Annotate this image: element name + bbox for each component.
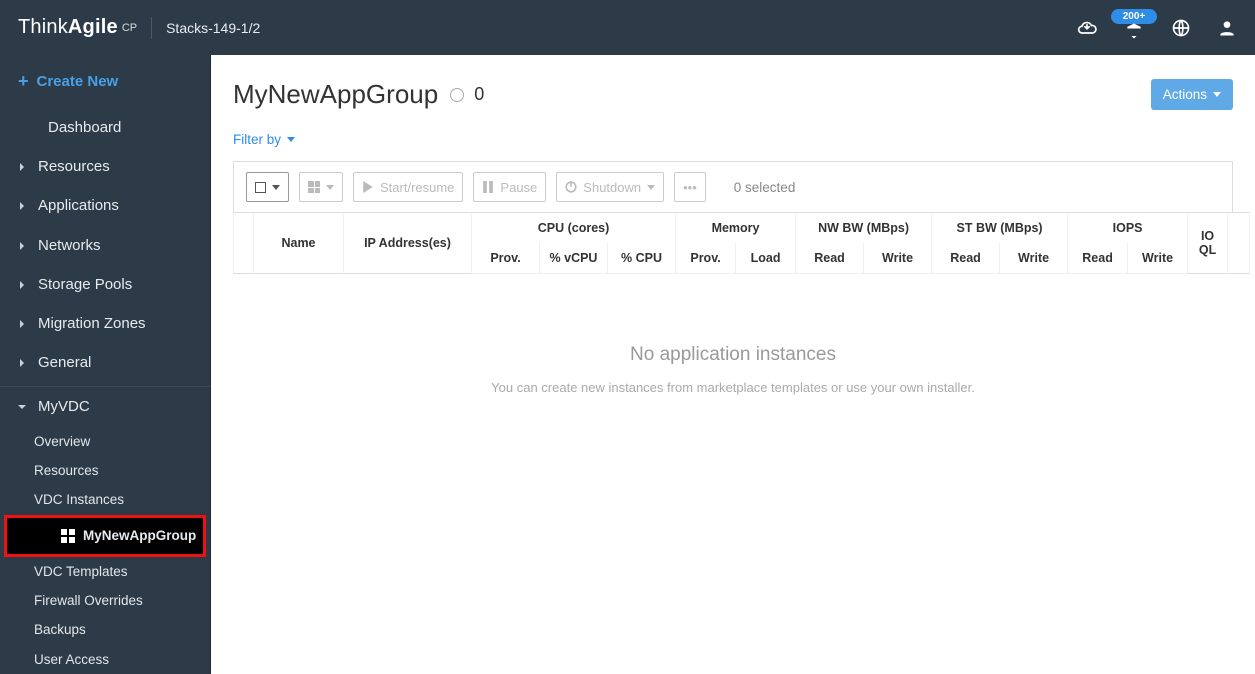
user-icon[interactable] [1217, 18, 1237, 38]
brand-separator [151, 17, 152, 39]
col-st-write[interactable]: Write [1000, 243, 1068, 274]
sidebar-app-group-label: MyNewAppGroup [83, 528, 196, 543]
sidebar-item-resources[interactable]: Resources [0, 147, 210, 186]
notifications-button[interactable]: 200+ [1123, 17, 1145, 39]
grid-icon [308, 181, 320, 193]
col-ioql[interactable]: IO QL [1188, 213, 1228, 274]
chevron-down-icon [326, 185, 334, 190]
app-group-icon [61, 529, 75, 543]
instance-count: 0 [474, 84, 484, 105]
sidebar-item-general[interactable]: General [0, 343, 210, 382]
page-header: MyNewAppGroup 0 Actions [233, 79, 1233, 110]
page-title: MyNewAppGroup [233, 79, 438, 110]
col-name[interactable]: Name [254, 213, 344, 274]
sidebar-sub-overview[interactable]: Overview [0, 426, 210, 455]
actions-dropdown-button[interactable]: Actions [1151, 79, 1233, 110]
empty-state: No application instances You can create … [233, 274, 1233, 395]
globe-icon[interactable] [1171, 18, 1191, 38]
create-new-button[interactable]: + Create New [0, 55, 210, 108]
chevron-right-icon [18, 276, 26, 293]
col-mem-load[interactable]: Load [736, 243, 796, 274]
chevron-right-icon [18, 158, 26, 175]
col-checkbox [234, 213, 254, 274]
pause-icon [482, 181, 494, 193]
col-extra [1228, 213, 1250, 274]
brand-text: ThinkAgile [18, 16, 118, 39]
sidebar-sub-resources[interactable]: Resources [0, 456, 210, 485]
chevron-right-icon [18, 197, 26, 214]
start-resume-button[interactable]: Start/resume [353, 172, 463, 202]
chevron-right-icon [18, 315, 26, 332]
col-group-stbw: ST BW (MBps) [932, 213, 1068, 244]
sidebar: + Create New Dashboard Resources Applica… [0, 55, 211, 674]
brand: ThinkAgile CP [18, 16, 137, 39]
play-icon [362, 181, 374, 193]
sidebar-item-applications[interactable]: Applications [0, 186, 210, 225]
instances-table: Name IP Address(es) CPU (cores) Memory N… [233, 212, 1250, 274]
chevron-right-icon [18, 354, 26, 371]
chevron-down-icon [287, 137, 295, 142]
sidebar-sub-vdc-templates[interactable]: VDC Templates [0, 557, 210, 586]
col-nw-write[interactable]: Write [864, 243, 932, 274]
pause-button[interactable]: Pause [473, 172, 546, 202]
empty-subtitle: You can create new instances from market… [233, 380, 1233, 395]
sidebar-sub-vdc-instances[interactable]: VDC Instances [0, 485, 210, 514]
toolbar: Start/resume Pause Shutdown ••• 0 select… [233, 161, 1233, 212]
cloud-download-icon[interactable] [1077, 18, 1097, 38]
brand-suffix: CP [122, 22, 137, 34]
chevron-down-icon [18, 398, 26, 415]
col-iops-write[interactable]: Write [1128, 243, 1188, 274]
actions-label: Actions [1163, 87, 1207, 102]
ellipsis-icon: ••• [683, 180, 697, 195]
filter-by-dropdown[interactable]: Filter by [233, 132, 1233, 147]
col-group-iops: IOPS [1068, 213, 1188, 244]
col-iops-read[interactable]: Read [1068, 243, 1128, 274]
col-vcpu[interactable]: % vCPU [540, 243, 608, 274]
col-group-memory: Memory [676, 213, 796, 244]
chevron-down-icon [272, 185, 280, 190]
plus-icon: + [18, 71, 29, 92]
bell-icon [1124, 21, 1144, 41]
highlight-box: MyNewAppGroup [4, 515, 206, 557]
col-group-nwbw: NW BW (MBps) [796, 213, 932, 244]
sidebar-sub-user-access[interactable]: User Access [0, 645, 210, 674]
col-ip[interactable]: IP Address(es) [344, 213, 472, 274]
col-mem-prov[interactable]: Prov. [676, 243, 736, 274]
filter-label: Filter by [233, 132, 281, 147]
sidebar-item-dashboard[interactable]: Dashboard [0, 108, 210, 147]
chevron-right-icon [18, 237, 26, 254]
power-icon [565, 181, 577, 193]
col-st-read[interactable]: Read [932, 243, 1000, 274]
col-group-cpu: CPU (cores) [472, 213, 676, 244]
select-all-checkbox-dropdown[interactable] [246, 172, 289, 202]
col-pcpu[interactable]: % CPU [608, 243, 676, 274]
create-new-label: Create New [37, 73, 119, 90]
col-cpu-prov[interactable]: Prov. [472, 243, 540, 274]
top-header: ThinkAgile CP Stacks-149-1/2 200+ [0, 0, 1255, 55]
sidebar-item-migration-zones[interactable]: Migration Zones [0, 304, 210, 343]
sidebar-sub-firewall-overrides[interactable]: Firewall Overrides [0, 586, 210, 615]
empty-title: No application instances [233, 344, 1233, 366]
checkbox-icon [255, 182, 266, 193]
sidebar-item-networks[interactable]: Networks [0, 226, 210, 265]
stack-label[interactable]: Stacks-149-1/2 [166, 20, 260, 36]
view-mode-dropdown[interactable] [299, 172, 343, 202]
sidebar-sub-backups[interactable]: Backups [0, 615, 210, 644]
status-indicator-icon [450, 88, 464, 102]
sidebar-item-storage-pools[interactable]: Storage Pools [0, 265, 210, 304]
main-content: MyNewAppGroup 0 Actions Filter by Start/… [211, 55, 1255, 674]
header-icons: 200+ [1077, 17, 1237, 39]
selected-count: 0 selected [734, 180, 796, 195]
chevron-down-icon [1213, 92, 1221, 97]
col-nw-read[interactable]: Read [796, 243, 864, 274]
more-actions-button[interactable]: ••• [674, 172, 706, 202]
sidebar-item-myvdc[interactable]: MyVDC [0, 387, 210, 426]
shutdown-dropdown-button[interactable]: Shutdown [556, 172, 664, 202]
sidebar-app-group-selected[interactable]: MyNewAppGroup [7, 518, 203, 554]
chevron-down-icon [647, 185, 655, 190]
